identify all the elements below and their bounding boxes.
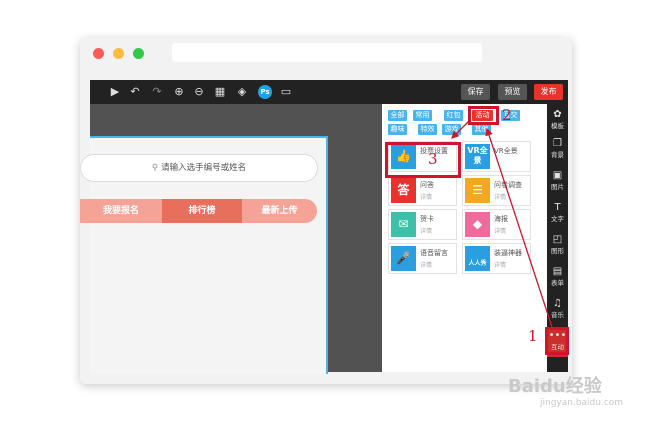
people-icon: 人人秀 — [465, 246, 490, 271]
step-number-3: 3 — [428, 150, 438, 168]
search-icon: ⚲ — [151, 163, 159, 173]
sidebar-item-form[interactable]: ▤ 表单 — [547, 265, 568, 293]
undo-icon[interactable]: ↶ — [128, 85, 142, 99]
component-greeting-card[interactable]: ✉ 贺卡 详情 — [388, 209, 457, 240]
card-title: 海报 — [494, 215, 508, 223]
sidebar-item-music[interactable]: ♫ 音乐 — [547, 297, 568, 325]
component-poster[interactable]: ◆ 海报 详情 — [462, 209, 531, 240]
category-effects[interactable]: 特效 — [418, 124, 437, 135]
sidebar-item-text[interactable]: T 文字 — [547, 201, 568, 229]
survey-icon: ☰ — [465, 178, 490, 203]
card-detail: 详情 — [420, 262, 433, 269]
sidebar-label: 表单 — [551, 279, 564, 287]
card-detail: 详情 — [420, 194, 433, 201]
watermark-logo: Baidu经验 — [508, 376, 602, 397]
grid-icon[interactable]: ▦ — [213, 85, 227, 99]
card-title: VR全景 — [494, 147, 518, 155]
editor-canvas: ⚲ 请输入选手编号或姓名 我要报名 排行榜 最新上传 — [80, 104, 382, 374]
title-bar — [80, 38, 572, 68]
search-input[interactable]: ⚲ 请输入选手编号或姓名 — [80, 154, 318, 182]
sidebar-item-background[interactable]: ❐ 背景 — [547, 137, 568, 165]
category-fun[interactable]: 趣味 — [388, 124, 407, 135]
preview-button[interactable]: 预览 — [498, 84, 527, 100]
layers-icon[interactable]: ◈ — [235, 85, 249, 99]
category-games[interactable]: 游戏 — [442, 124, 461, 135]
sidebar-label: 文字 — [551, 215, 564, 223]
sidebar-label: 图形 — [551, 247, 564, 255]
category-other[interactable]: 其他 — [472, 124, 491, 135]
play-icon[interactable]: ▶ — [108, 85, 122, 99]
component-voice-message[interactable]: 🎤 语音留言 详情 — [388, 243, 457, 274]
card-detail: 详情 — [494, 228, 507, 235]
card-title: 装逼神器 — [494, 249, 522, 257]
card-detail: 详情 — [420, 228, 433, 235]
sidebar-label: 背景 — [551, 151, 564, 159]
search-placeholder: 请输入选手编号或姓名 — [161, 163, 247, 173]
category-common[interactable]: 常用 — [413, 110, 432, 121]
tab-latest[interactable]: 最新上传 — [242, 199, 317, 223]
component-survey[interactable]: ☰ 问卷调查 详情 — [462, 175, 531, 206]
card-detail: 详情 — [494, 194, 507, 201]
highlight-vote — [385, 142, 461, 178]
step-number-2: 2 — [502, 106, 512, 124]
card-icon: ✉ — [391, 212, 416, 237]
publish-button[interactable]: 发布 — [534, 84, 563, 100]
minimize-window-button[interactable] — [113, 48, 124, 59]
card-title: 问卷调查 — [494, 181, 522, 189]
component-vr[interactable]: VR全景 VR全景 — [462, 141, 531, 172]
card-detail: 详情 — [494, 262, 507, 269]
poster-icon: ◆ — [465, 212, 490, 237]
mic-icon: 🎤 — [391, 246, 416, 271]
vote-tabs: 我要报名 排行榜 最新上传 — [80, 199, 317, 223]
answer-icon: 答 — [391, 178, 416, 203]
device-icon[interactable]: ▭ — [279, 85, 293, 99]
card-title: 语音留言 — [420, 249, 448, 257]
text-icon: T — [554, 202, 561, 213]
highlight-activity — [468, 106, 499, 125]
close-window-button[interactable] — [93, 48, 104, 59]
category-redpacket[interactable]: 红包 — [444, 110, 463, 121]
maximize-window-button[interactable] — [133, 48, 144, 59]
sidebar-label: 音乐 — [551, 311, 564, 319]
sidebar-item-template[interactable]: ✿ 模板 — [547, 108, 568, 136]
template-icon: ✿ — [553, 109, 562, 120]
sidebar-item-shape[interactable]: ◰ 图形 — [547, 233, 568, 261]
category-all[interactable]: 全部 — [388, 110, 407, 121]
music-icon: ♫ — [553, 298, 562, 309]
address-bar[interactable] — [172, 43, 482, 62]
step-number-1: 1 — [528, 327, 538, 345]
highlight-interaction — [545, 327, 569, 355]
sidebar-label: 图片 — [551, 183, 564, 191]
tab-ranking[interactable]: 排行榜 — [162, 199, 242, 223]
sidebar-label: 模板 — [551, 122, 564, 130]
tab-signup[interactable]: 我要报名 — [80, 199, 162, 223]
browser-window: ▶ ↶ ↷ ⊕ ⊖ ▦ ◈ Ps ▭ 保存 预览 发布 ⚲ 请输入选手编号或姓名 … — [80, 38, 572, 384]
background-icon: ❐ — [553, 138, 562, 149]
sidebar-item-image[interactable]: ▣ 图片 — [547, 169, 568, 197]
ps-icon[interactable]: Ps — [258, 85, 272, 99]
card-title: 问答 — [420, 181, 434, 189]
form-icon: ▤ — [552, 266, 563, 277]
save-button[interactable]: 保存 — [461, 84, 490, 100]
zoom-in-icon[interactable]: ⊕ — [172, 85, 186, 99]
vr-icon: VR全景 — [465, 144, 490, 169]
image-icon: ▣ — [552, 170, 563, 181]
watermark-url: jingyan.baidu.com — [540, 398, 624, 408]
component-fun-tool[interactable]: 人人秀 装逼神器 详情 — [462, 243, 531, 274]
page-preview[interactable]: ⚲ 请输入选手编号或姓名 我要报名 排行榜 最新上传 — [80, 136, 328, 374]
redo-icon[interactable]: ↷ — [150, 85, 164, 99]
component-quiz[interactable]: 答 问答 详情 — [388, 175, 457, 206]
zoom-out-icon[interactable]: ⊖ — [192, 85, 206, 99]
editor-toolbar: ▶ ↶ ↷ ⊕ ⊖ ▦ ◈ Ps ▭ 保存 预览 发布 — [90, 80, 568, 104]
card-title: 贺卡 — [420, 215, 434, 223]
shape-icon: ◰ — [552, 234, 563, 245]
